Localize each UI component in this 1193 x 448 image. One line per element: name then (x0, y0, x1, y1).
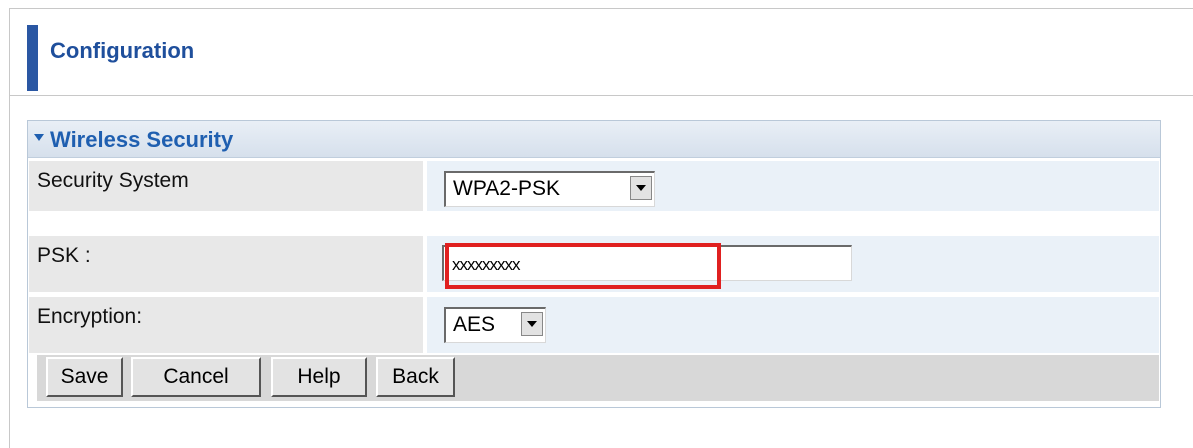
security-system-selected: WPA2-PSK (453, 177, 560, 200)
page-title: Configuration (50, 38, 195, 63)
security-system-value-cell: WPA2-PSK (427, 161, 1159, 211)
psk-value-cell: xxxxxxxxx (427, 236, 1159, 292)
psk-label: PSK : (29, 236, 424, 292)
panel-title: Wireless Security (50, 127, 234, 152)
security-system-label: Security System (29, 161, 424, 211)
encryption-select[interactable]: AES (444, 307, 546, 343)
security-system-select[interactable]: WPA2-PSK (444, 171, 655, 207)
button-row: Save Cancel Help Back (37, 355, 1159, 405)
save-button[interactable]: Save (46, 357, 123, 397)
encryption-label: Encryption: (29, 297, 424, 353)
row-encryption: Encryption: AES (29, 297, 1159, 353)
row-security-system: Security System WPA2-PSK (29, 161, 1159, 211)
chevron-down-icon[interactable] (630, 176, 652, 200)
help-button[interactable]: Help (271, 357, 367, 397)
psk-input[interactable]: xxxxxxxxx (442, 245, 852, 281)
encryption-selected: AES (453, 313, 496, 336)
back-button[interactable]: Back (376, 357, 455, 397)
panel-header[interactable]: Wireless Security (28, 121, 1160, 158)
page-header: Configuration (10, 9, 1193, 96)
collapse-arrow-icon[interactable] (34, 134, 44, 141)
cancel-button[interactable]: Cancel (131, 357, 261, 397)
encryption-value-cell: AES (427, 297, 1159, 353)
chevron-down-icon[interactable] (521, 312, 543, 336)
row-psk: PSK : xxxxxxxxx (29, 236, 1159, 292)
header-accent-bar (27, 25, 38, 91)
